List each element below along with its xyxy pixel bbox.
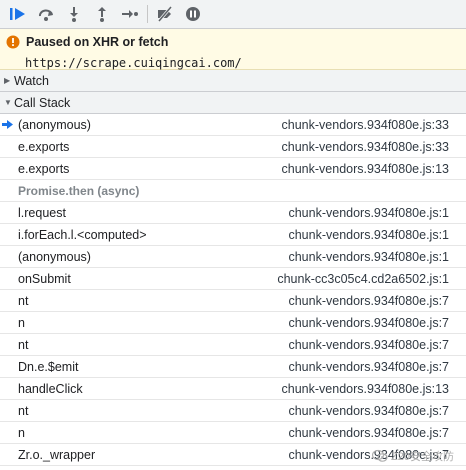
watch-label: Watch	[14, 73, 49, 88]
frame-location-link[interactable]: chunk-vendors.934f080e.js:7	[288, 338, 449, 352]
paused-url: https://scrape.cuiqingcai.com/	[25, 56, 242, 70]
step-over-button[interactable]	[32, 1, 60, 27]
frame-location-link[interactable]: chunk-vendors.934f080e.js:7	[288, 360, 449, 374]
frame-location-link[interactable]: chunk-vendors.934f080e.js:7	[288, 404, 449, 418]
watermark-text: Z20安全攻防	[391, 451, 454, 463]
frame-function-name: Zr.o._wrapper	[18, 447, 96, 462]
frame-location-link[interactable]: chunk-vendors.934f080e.js:13	[282, 162, 449, 176]
paused-banner: Paused on XHR or fetch https://scrape.cu…	[0, 29, 466, 70]
frame-location-link[interactable]: chunk-cc3c05c4.cd2a6502.js:1	[277, 272, 449, 286]
resume-icon	[10, 8, 25, 20]
frame-function-name: n	[18, 315, 25, 330]
call-frame-row[interactable]: Dn.e.$emit chunk-vendors.934f080e.js:7	[0, 356, 466, 378]
call-frame-row[interactable]: e.exports chunk-vendors.934f080e.js:33	[0, 136, 466, 158]
wechat-logo-icon	[372, 449, 388, 462]
frame-location-link[interactable]: chunk-vendors.934f080e.js:1	[288, 206, 449, 220]
frame-function-name: Dn.e.$emit	[18, 359, 79, 374]
step-over-icon	[39, 9, 53, 21]
frame-function-name: (anonymous)	[18, 117, 91, 132]
debugger-toolbar	[0, 0, 466, 29]
resume-button[interactable]	[4, 1, 32, 27]
call-frame-row[interactable]: e.exports chunk-vendors.934f080e.js:13	[0, 158, 466, 180]
frame-function-name: e.exports	[18, 139, 70, 154]
frame-location-link[interactable]: chunk-vendors.934f080e.js:7	[288, 426, 449, 440]
frame-function-name: n	[18, 425, 25, 440]
toolbar-divider	[147, 5, 148, 23]
step-out-button[interactable]	[88, 1, 116, 27]
step-button[interactable]	[116, 1, 144, 27]
frame-function-name: nt	[18, 293, 29, 308]
call-frame-row[interactable]: nt chunk-vendors.934f080e.js:7	[0, 400, 466, 422]
paused-reason: Paused on XHR or fetch	[26, 35, 169, 49]
step-into-button[interactable]	[60, 1, 88, 27]
frame-location-link[interactable]: chunk-vendors.934f080e.js:1	[288, 250, 449, 264]
call-frame-row[interactable]: l.request chunk-vendors.934f080e.js:1	[0, 202, 466, 224]
step-out-icon	[98, 7, 106, 22]
call-frame-row[interactable]: n chunk-vendors.934f080e.js:7	[0, 312, 466, 334]
frame-function-name: i.forEach.l.<computed>	[18, 227, 147, 242]
deactivate-breakpoints-button[interactable]	[151, 1, 179, 27]
pause-on-exceptions-icon	[186, 7, 200, 21]
watermark: Z20安全攻防	[372, 448, 454, 464]
call-frame-row[interactable]: i.forEach.l.<computed> chunk-vendors.934f…	[0, 224, 466, 246]
frame-location-link[interactable]: chunk-vendors.934f080e.js:7	[288, 316, 449, 330]
call-stack-frames-bottom: l.request chunk-vendors.934f080e.js:1 i.fo…	[0, 202, 466, 466]
call-stack-label: Call Stack	[14, 95, 71, 110]
call-frame-row[interactable]: handleClick chunk-vendors.934f080e.js:13	[0, 378, 466, 400]
frame-function-name: nt	[18, 337, 29, 352]
frame-function-name: nt	[18, 403, 29, 418]
async-separator: Promise.then (async)	[0, 180, 466, 202]
call-frame-row[interactable]: nt chunk-vendors.934f080e.js:7	[0, 334, 466, 356]
current-frame-arrow-icon	[2, 120, 13, 129]
frame-function-name: (anonymous)	[18, 249, 91, 264]
frame-function-name: onSubmit	[18, 271, 71, 286]
frame-function-name: handleClick	[18, 381, 83, 396]
call-stack-section-header[interactable]: ▼ Call Stack	[0, 92, 466, 114]
call-frame-row[interactable]: nt chunk-vendors.934f080e.js:7	[0, 290, 466, 312]
call-frame-row[interactable]: n chunk-vendors.934f080e.js:7	[0, 422, 466, 444]
paused-title-row: Paused on XHR or fetch	[6, 35, 466, 49]
warning-icon	[6, 35, 20, 49]
expanded-triangle-icon: ▼	[4, 98, 12, 107]
frame-location-link[interactable]: chunk-vendors.934f080e.js:33	[282, 118, 449, 132]
call-frame-row[interactable]: onSubmit chunk-cc3c05c4.cd2a6502.js:1	[0, 268, 466, 290]
pause-on-exceptions-button[interactable]	[179, 1, 207, 27]
frame-function-name: l.request	[18, 205, 66, 220]
frame-location-link[interactable]: chunk-vendors.934f080e.js:13	[282, 382, 449, 396]
frame-location-link[interactable]: chunk-vendors.934f080e.js:33	[282, 140, 449, 154]
step-icon	[122, 10, 138, 18]
frame-function-name: e.exports	[18, 161, 70, 176]
call-frame-row[interactable]: (anonymous) chunk-vendors.934f080e.js:33	[0, 114, 466, 136]
step-into-icon	[70, 7, 78, 22]
call-stack-frames-top: (anonymous) chunk-vendors.934f080e.js:33 e…	[0, 114, 466, 180]
deactivate-breakpoints-icon	[157, 6, 173, 22]
watch-section-header[interactable]: ▶ Watch	[0, 70, 466, 92]
frame-location-link[interactable]: chunk-vendors.934f080e.js:7	[288, 294, 449, 308]
call-frame-row[interactable]: (anonymous) chunk-vendors.934f080e.js:1	[0, 246, 466, 268]
collapsed-triangle-icon: ▶	[4, 76, 11, 85]
frame-location-link[interactable]: chunk-vendors.934f080e.js:1	[288, 228, 449, 242]
